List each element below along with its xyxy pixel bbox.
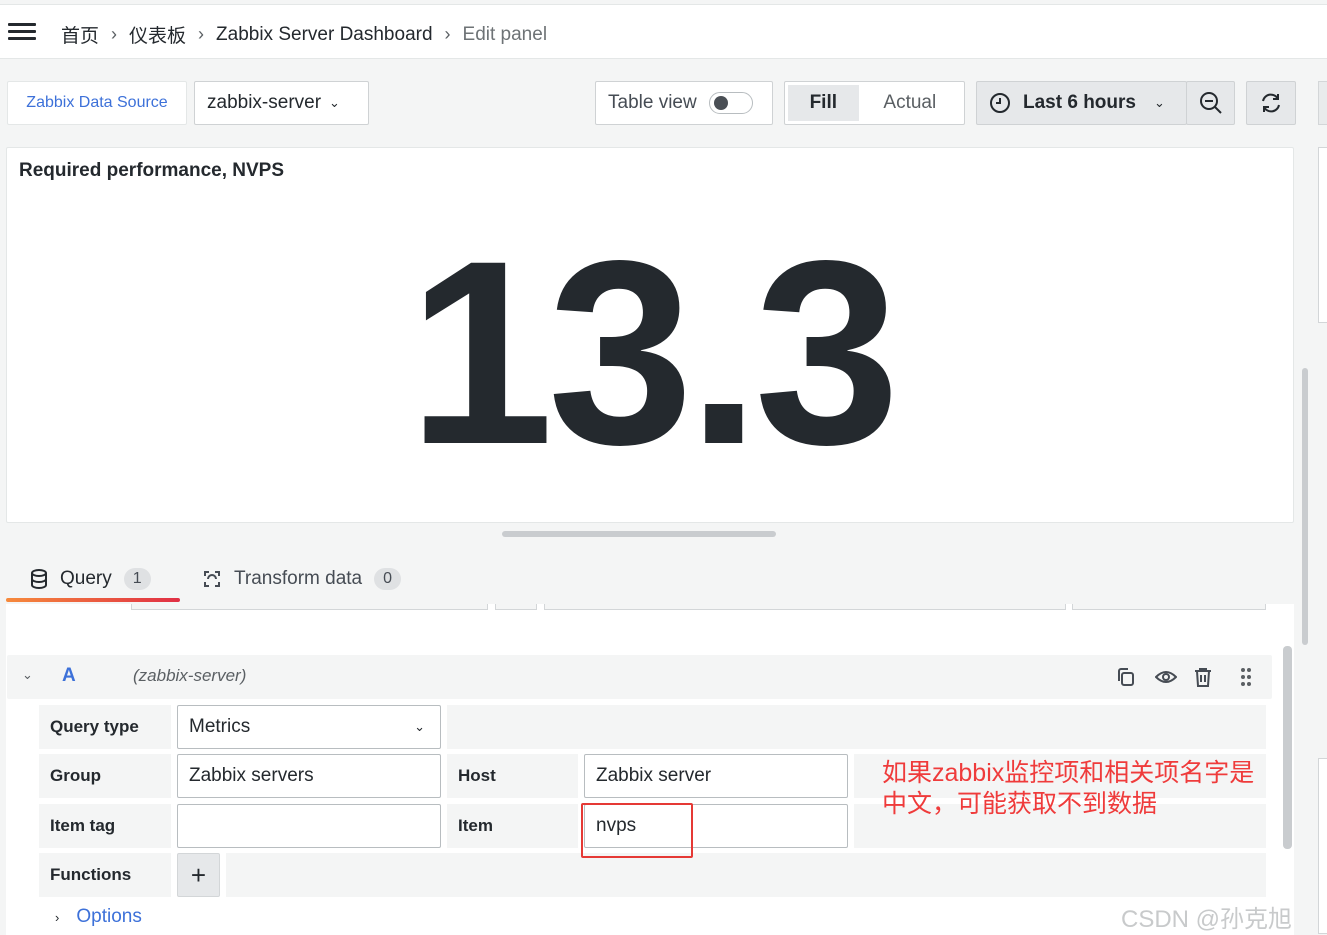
refresh-icon — [1262, 93, 1280, 113]
tab-query[interactable]: Query 1 — [6, 560, 180, 602]
item-tag-input[interactable] — [177, 804, 441, 848]
chevron-down-icon: ⌄ — [1153, 95, 1165, 110]
table-view-label: Table view — [608, 92, 697, 113]
group-input[interactable]: Zabbix servers — [177, 754, 441, 798]
trash-icon[interactable] — [1194, 667, 1212, 687]
toggle-knob — [713, 96, 728, 110]
host-input[interactable]: Zabbix server — [584, 754, 848, 798]
chevron-right-icon: › — [111, 24, 118, 44]
breadcrumb-home[interactable]: 首页 — [61, 21, 99, 48]
top-nav-bar: 首页 › 仪表板 › Zabbix Server Dashboard › Edi… — [0, 4, 1327, 59]
datasource-select[interactable]: zabbix-server ⌄ — [194, 81, 369, 125]
transform-icon — [204, 571, 220, 587]
query-ref-id[interactable]: A — [62, 665, 76, 687]
chevron-right-icon: › — [55, 909, 60, 925]
fill-actual-toggle: Fill Actual — [784, 81, 965, 125]
query-row-header: ⌄ A (zabbix-server) — [7, 655, 1272, 699]
datasource-link[interactable]: Zabbix Data Source — [7, 81, 187, 125]
chevron-down-icon: ⌄ — [329, 95, 340, 110]
eye-icon[interactable] — [1155, 667, 1177, 687]
options-toggle[interactable]: › Options — [55, 906, 142, 928]
options-pane-edge[interactable] — [1318, 81, 1327, 125]
editor-tabs: Query 1 Transform data 0 — [6, 560, 402, 604]
panel-title: Required performance, NVPS — [19, 160, 285, 181]
query-type-select[interactable]: Metrics ⌄ — [177, 705, 441, 749]
annotation-text: 如果zabbix监控项和相关项名字是中文，可能获取不到数据 — [882, 759, 1255, 818]
watermark: CSDN @孙克旭 — [1121, 906, 1293, 933]
options-label: Options — [76, 906, 142, 927]
chevron-right-icon: › — [198, 24, 205, 44]
refresh-button[interactable] — [1246, 81, 1296, 125]
datasource-select-label: zabbix-server — [207, 92, 322, 113]
chevron-right-icon: › — [444, 24, 451, 44]
ghost-field — [131, 604, 488, 610]
breadcrumb-dashboard[interactable]: Zabbix Server Dashboard — [216, 24, 433, 46]
stat-value: 13.3 — [408, 206, 900, 499]
breadcrumb-current: Edit panel — [462, 23, 548, 45]
tab-query-label: Query — [60, 568, 112, 589]
clock-icon — [990, 93, 1010, 113]
panel-preview: Required performance, NVPS 13.3 — [6, 147, 1294, 523]
time-range-label: Last 6 hours — [1023, 92, 1136, 113]
ghost-field — [544, 604, 1066, 610]
zoom-out-icon — [1199, 92, 1222, 114]
row-filler — [447, 705, 1266, 749]
item-tag-label: Item tag — [39, 804, 171, 848]
chevron-down-icon: ⌄ — [414, 719, 425, 734]
tab-transform[interactable]: Transform data 0 — [202, 560, 402, 598]
functions-label: Functions — [39, 853, 171, 897]
host-label: Host — [447, 754, 578, 798]
tab-transform-label: Transform data — [234, 568, 363, 589]
options-pane-edge — [1318, 147, 1327, 323]
row-filler — [226, 853, 1266, 897]
actual-option[interactable]: Actual — [859, 85, 961, 121]
toggle-switch[interactable] — [708, 92, 753, 114]
tab-transform-count: 0 — [374, 568, 402, 590]
time-range-picker[interactable]: Last 6 hours ⌄ — [976, 81, 1187, 125]
item-label: Item — [447, 804, 578, 848]
drag-handle-icon[interactable] — [1240, 667, 1252, 687]
scrollbar[interactable] — [1283, 646, 1292, 849]
scrollbar[interactable] — [1302, 368, 1308, 645]
options-pane-edge — [1318, 758, 1327, 934]
fill-option[interactable]: Fill — [788, 85, 859, 121]
query-type-value: Metrics — [189, 716, 251, 737]
tab-query-count: 1 — [123, 568, 151, 590]
ghost-field — [1072, 604, 1266, 610]
add-function-button[interactable]: + — [177, 853, 220, 897]
group-label: Group — [39, 754, 171, 798]
hamburger-menu-icon[interactable] — [8, 23, 36, 41]
database-icon — [31, 569, 47, 589]
splitter-handle[interactable] — [502, 531, 776, 537]
breadcrumb: 首页 › 仪表板 › Zabbix Server Dashboard › Edi… — [61, 21, 547, 48]
query-type-label: Query type — [39, 705, 171, 749]
chevron-down-icon[interactable]: ⌄ — [22, 667, 33, 683]
highlight-box — [581, 803, 693, 858]
zoom-out-button[interactable] — [1186, 81, 1235, 125]
table-view-toggle[interactable]: Table view — [595, 81, 773, 125]
query-datasource-name: (zabbix-server) — [133, 666, 247, 685]
breadcrumb-dashboards[interactable]: 仪表板 — [129, 21, 186, 48]
ghost-field — [495, 604, 537, 610]
duplicate-icon[interactable] — [1116, 667, 1136, 687]
